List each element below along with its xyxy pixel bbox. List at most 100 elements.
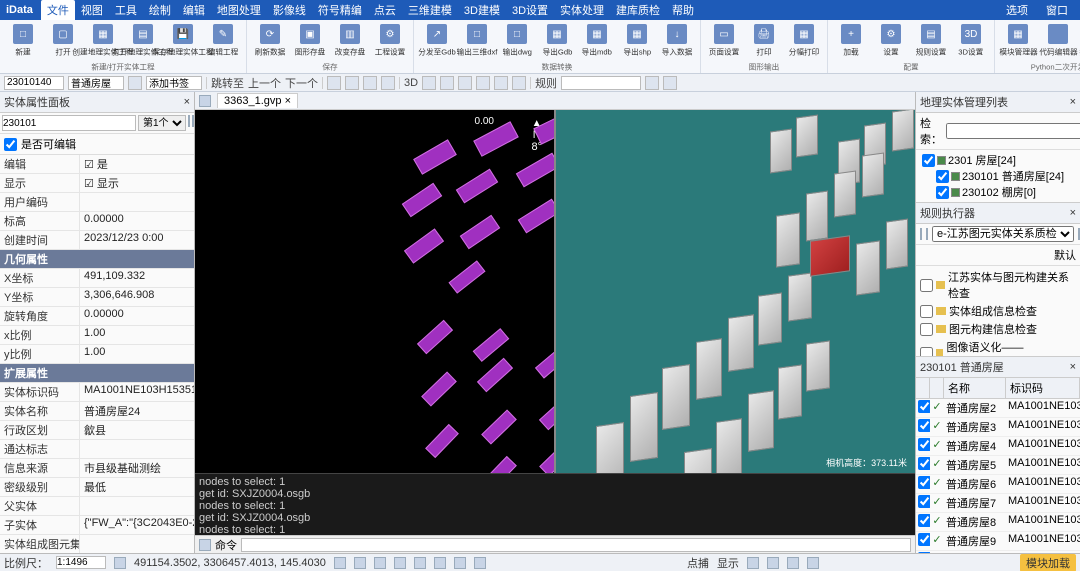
- prop-value[interactable]: 2023/12/23 0:00: [80, 231, 194, 249]
- tree-item[interactable]: 230101 普通房屋[24]: [918, 168, 1078, 184]
- building-2d[interactable]: [518, 199, 554, 234]
- status-icon[interactable]: [474, 557, 486, 569]
- ribbon-button[interactable]: ▦分幅打印: [785, 22, 823, 60]
- building-2d[interactable]: [404, 228, 444, 263]
- building-3d[interactable]: [758, 292, 782, 345]
- prop-value[interactable]: ☑ 显示: [80, 174, 194, 192]
- prop-row[interactable]: 通达标志: [0, 440, 194, 459]
- prop-value[interactable]: 491,109.332: [80, 269, 194, 287]
- status-icon[interactable]: [787, 557, 799, 569]
- building-3d[interactable]: [684, 448, 712, 473]
- status-icon[interactable]: [454, 557, 466, 569]
- scale-input[interactable]: [56, 556, 106, 569]
- status-icon[interactable]: [414, 557, 426, 569]
- building-3d[interactable]: [776, 212, 800, 267]
- list-row[interactable]: ✓普通房屋4MA1001NE103H1535...: [916, 437, 1080, 456]
- refresh-icon[interactable]: [188, 115, 190, 127]
- menu-item[interactable]: 文件: [41, 0, 75, 20]
- prop-value[interactable]: 普通房屋24: [80, 402, 194, 420]
- menu-item[interactable]: 实体处理: [554, 0, 610, 20]
- rule-item[interactable]: 图像语义化——showRelationMap...: [918, 338, 1078, 356]
- building-2d[interactable]: [516, 153, 554, 188]
- building-3d[interactable]: [728, 314, 754, 372]
- building-3d[interactable]: [862, 152, 884, 197]
- prop-row[interactable]: 创建时间2023/12/23 0:00: [0, 231, 194, 250]
- tool-icon[interactable]: [440, 76, 454, 90]
- cmd-icon[interactable]: [199, 539, 211, 551]
- prop-row[interactable]: 显示☑ 显示: [0, 174, 194, 193]
- status-icon[interactable]: [354, 557, 366, 569]
- ribbon-button[interactable]: ✎编辑工程: [204, 22, 242, 60]
- status-icon[interactable]: [114, 557, 126, 569]
- status-icon[interactable]: [334, 557, 346, 569]
- viewport-3d[interactable]: 相机高度：373.11米: [554, 110, 915, 473]
- ribbon-button[interactable]: 代码编辑器: [1039, 22, 1077, 60]
- status-icon[interactable]: [807, 557, 819, 569]
- rule-checkbox[interactable]: [920, 347, 933, 357]
- entity-code-input[interactable]: [2, 115, 136, 131]
- ribbon-button[interactable]: ▦导出mdb: [578, 22, 616, 60]
- building-2d[interactable]: [417, 320, 453, 354]
- status-icon[interactable]: [394, 557, 406, 569]
- menu-item[interactable]: 建库质检: [610, 0, 666, 20]
- building-2d[interactable]: [460, 215, 500, 250]
- layer-name-input[interactable]: [68, 76, 124, 90]
- rules-default[interactable]: 默认: [1054, 247, 1076, 263]
- tab-close-icon[interactable]: ×: [285, 95, 291, 107]
- tab-prev-icon[interactable]: [199, 95, 211, 107]
- building-3d[interactable]: [748, 390, 774, 452]
- ribbon-button[interactable]: ⟳刷新数据: [251, 22, 289, 60]
- prop-row[interactable]: x比例1.00: [0, 326, 194, 345]
- tool-icon[interactable]: [476, 76, 490, 90]
- prop-row[interactable]: 行政区划歙县: [0, 421, 194, 440]
- run-icon[interactable]: [920, 228, 922, 240]
- layer-picker-icon[interactable]: [128, 76, 142, 90]
- building-2d[interactable]: [481, 409, 517, 444]
- prop-row[interactable]: 密级级别最低: [0, 478, 194, 497]
- building-3d[interactable]: [778, 364, 802, 419]
- prop-value[interactable]: [80, 535, 194, 553]
- stop-icon[interactable]: [926, 228, 928, 240]
- ribbon-button[interactable]: □输出三维dxf: [458, 22, 496, 60]
- prop-value[interactable]: ☑ 是: [80, 155, 194, 173]
- building-2d[interactable]: [425, 424, 459, 458]
- ribbon-button[interactable]: 💾保存地理实体工程: [164, 22, 202, 60]
- menu-item[interactable]: 视图: [75, 0, 109, 20]
- col-code[interactable]: 标识码: [1006, 378, 1080, 398]
- status-icon[interactable]: [434, 557, 446, 569]
- building-3d[interactable]: [696, 338, 722, 400]
- prop-value[interactable]: 1.00: [80, 345, 194, 363]
- col-name[interactable]: 名称: [944, 378, 1006, 398]
- row-checkbox[interactable]: [918, 514, 930, 527]
- building-2d[interactable]: [473, 328, 510, 362]
- close-icon[interactable]: ×: [1070, 207, 1076, 219]
- menu-item[interactable]: 3D建模: [458, 0, 506, 20]
- tool-icon[interactable]: [381, 76, 395, 90]
- building-3d[interactable]: [806, 340, 830, 391]
- row-checkbox[interactable]: [918, 476, 930, 489]
- prop-value[interactable]: 0.00000: [80, 212, 194, 230]
- menu-item[interactable]: 点云: [368, 0, 402, 20]
- tool-icon[interactable]: [363, 76, 377, 90]
- building-2d[interactable]: [535, 343, 554, 378]
- list-row[interactable]: ✓普通房屋7MA1001NE103H1535...: [916, 494, 1080, 513]
- rule-item[interactable]: 江苏实体与图元构建关系检查: [918, 268, 1078, 302]
- prop-value[interactable]: [80, 497, 194, 515]
- close-icon[interactable]: ×: [184, 96, 190, 108]
- tree-checkbox[interactable]: [936, 170, 949, 183]
- ribbon-button[interactable]: ▦模块管理器: [999, 22, 1037, 60]
- ribbon-button[interactable]: ▣图形存盘: [291, 22, 329, 60]
- tool-icon[interactable]: [458, 76, 472, 90]
- building-2d[interactable]: [421, 371, 457, 406]
- ribbon-button[interactable]: +加载: [832, 22, 870, 60]
- search-input[interactable]: [946, 123, 1080, 139]
- building-2d[interactable]: [402, 183, 442, 218]
- building-3d[interactable]: [856, 240, 880, 295]
- list-row[interactable]: ✓普通房屋5MA1001NE103H1535...: [916, 456, 1080, 475]
- ribbon-button[interactable]: 🖨打印: [745, 22, 783, 60]
- row-checkbox[interactable]: [918, 400, 930, 413]
- ribbon-button[interactable]: ▥改变存盘: [331, 22, 369, 60]
- entity-index-select[interactable]: 第1个: [138, 115, 186, 131]
- ribbon-button[interactable]: ↗分发至Gdb: [418, 22, 456, 60]
- tree-checkbox[interactable]: [922, 154, 935, 167]
